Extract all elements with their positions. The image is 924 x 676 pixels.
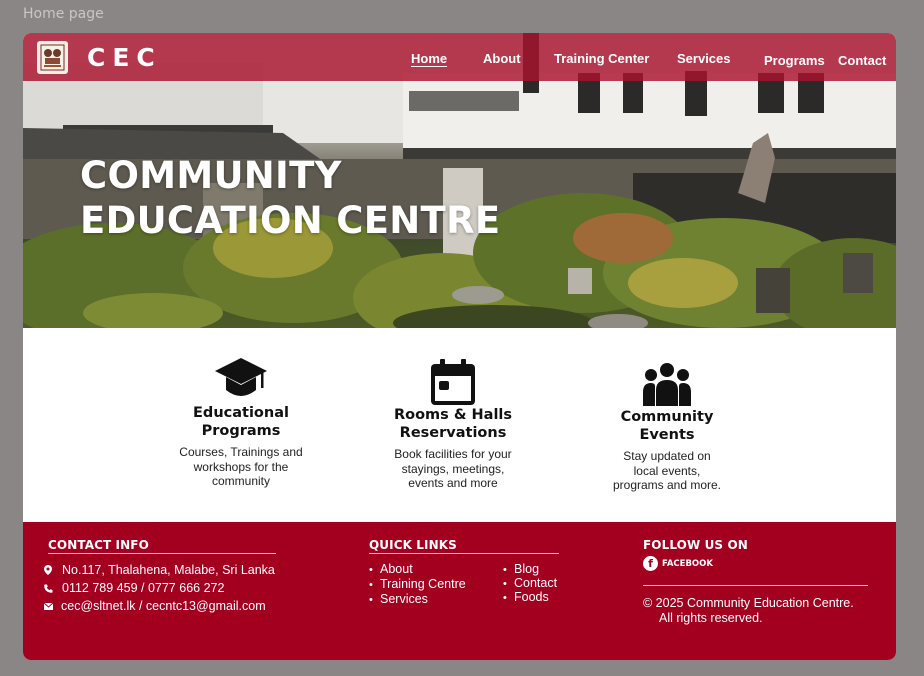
quick-link-foods[interactable]: Foods — [503, 590, 549, 604]
contact-address: No.117, Thalahena, Malabe, Sri Lanka — [41, 563, 275, 577]
feature-desc: community — [211, 474, 270, 488]
graduation-cap-icon — [215, 358, 267, 396]
brand-name[interactable]: CEC — [87, 43, 162, 72]
facebook-icon: f — [643, 556, 658, 571]
feature-title: Educational — [193, 405, 289, 421]
quick-link-blog[interactable]: Blog — [503, 562, 539, 576]
feature-desc: programs and more. — [612, 478, 722, 492]
follow-divider — [643, 585, 868, 586]
feature-desc: Stay updated on — [623, 449, 711, 463]
follow-heading: FOLLOW US ON — [643, 538, 748, 552]
email-text: cec@sltnet.lk / cecntc13@gmail.com — [61, 599, 266, 613]
contact-heading: CONTACT INFO — [48, 538, 149, 552]
feature-title: Programs — [201, 423, 281, 439]
calendar-icon — [431, 359, 475, 405]
facebook-label: FACEBOOK — [662, 558, 713, 569]
feature-desc: events and more — [408, 476, 498, 490]
community-group-icon — [643, 363, 691, 406]
features-section: Educational Programs Courses, Trainings a… — [23, 328, 896, 522]
nav-home[interactable]: Home — [411, 51, 447, 66]
feature-rooms-halls[interactable]: Rooms & Halls Reservations Book facilitie… — [363, 356, 543, 491]
top-navbar: CEC Home About Training Center Services … — [23, 33, 896, 81]
feature-desc: stayings, meetings, — [401, 461, 505, 476]
quick-link-services[interactable]: Services — [369, 592, 428, 606]
feature-desc: workshops for the — [193, 459, 289, 474]
nav-services[interactable]: Services — [677, 51, 731, 66]
feature-desc: Courses, Trainings and — [179, 445, 303, 459]
page-label: Home page — [23, 6, 104, 22]
quick-links-divider — [369, 553, 559, 554]
nav-contact[interactable]: Contact — [838, 53, 886, 68]
email-icon — [41, 602, 55, 610]
facebook-link[interactable]: f FACEBOOK — [643, 556, 713, 571]
footer: CONTACT INFO No.117, Thalahena, Malabe, … — [23, 522, 896, 660]
feature-desc: local events, — [633, 463, 701, 478]
quick-link-training-centre[interactable]: Training Centre — [369, 577, 466, 591]
logo-emblem-icon — [40, 44, 65, 71]
phone-icon — [41, 584, 55, 593]
feature-title: Community — [620, 409, 714, 425]
hero-title-line2: EDUCATION CENTRE — [80, 199, 501, 242]
phone-text: 0112 789 459 / 0777 666 272 — [62, 581, 225, 595]
nav-training-center[interactable]: Training Center — [554, 51, 649, 66]
quick-links-heading: QUICK LINKS — [369, 538, 457, 552]
copyright: © 2025 Community Education Centre. All r… — [643, 596, 854, 626]
contact-divider — [48, 553, 276, 554]
feature-desc: Book facilities for your — [394, 447, 512, 461]
nav-programs[interactable]: Programs — [764, 53, 825, 68]
feature-title: Rooms & Halls — [393, 407, 513, 423]
contact-phone: 0112 789 459 / 0777 666 272 — [41, 581, 224, 595]
logo[interactable] — [37, 41, 68, 74]
feature-title: Events — [639, 427, 695, 443]
hero-title: COMMUNITY EDUCATION CENTRE — [80, 153, 500, 243]
quick-link-about[interactable]: About — [369, 562, 413, 576]
hero-title-line1: COMMUNITY — [80, 154, 342, 197]
location-pin-icon — [41, 565, 55, 575]
feature-community-events[interactable]: Community Events Stay updated on local eve… — [577, 358, 757, 493]
address-text: No.117, Thalahena, Malabe, Sri Lanka — [62, 563, 275, 577]
contact-email[interactable]: cec@sltnet.lk / cecntc13@gmail.com — [41, 599, 266, 613]
feature-title: Reservations — [399, 425, 507, 441]
copyright-line2: All rights reserved. — [659, 611, 763, 625]
copyright-line1: © 2025 Community Education Centre. — [643, 596, 854, 610]
quick-link-contact[interactable]: Contact — [503, 576, 557, 590]
page-frame: COMMUNITY EDUCATION CENTRE CEC Home Abou… — [23, 33, 896, 660]
nav-about[interactable]: About — [483, 51, 521, 66]
feature-educational-programs[interactable]: Educational Programs Courses, Trainings a… — [151, 354, 331, 489]
